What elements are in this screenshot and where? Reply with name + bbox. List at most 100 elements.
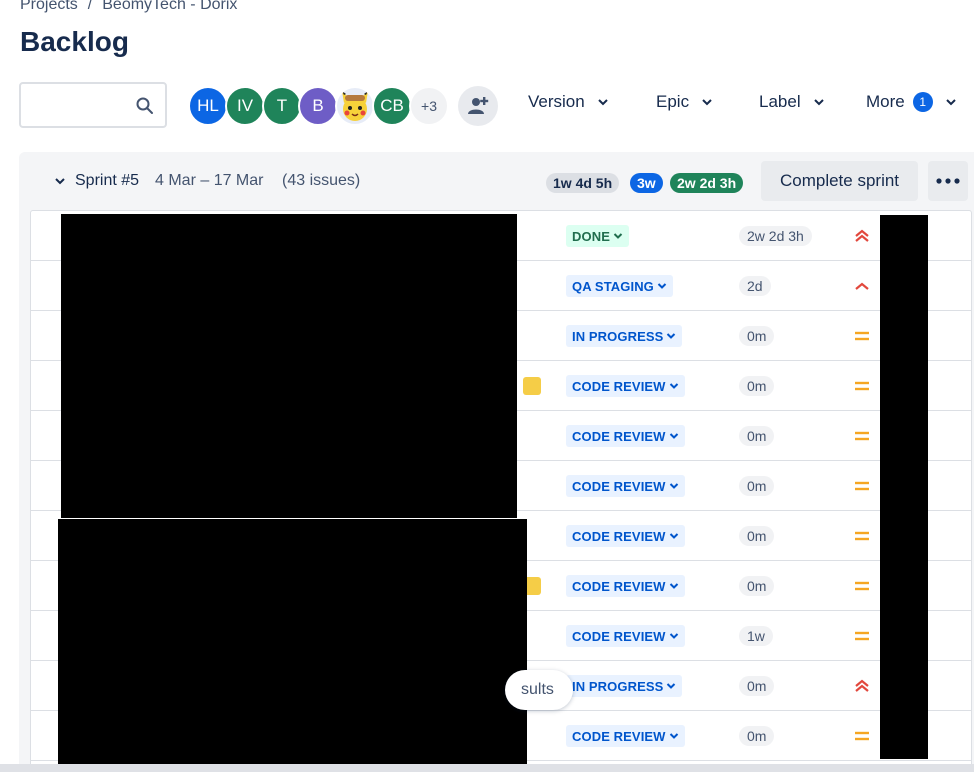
more-filters-label: More <box>866 92 905 111</box>
label-filter-button[interactable]: Label <box>759 92 825 112</box>
label-filter-label: Label <box>759 92 801 111</box>
estimate-pill[interactable]: 0m <box>739 476 775 496</box>
sprint-issue-count: (43 issues) <box>282 172 361 189</box>
status-dropdown[interactable]: QA STAGING <box>566 275 673 297</box>
status-dropdown[interactable]: CODE REVIEW <box>566 625 685 647</box>
add-person-icon <box>468 97 489 114</box>
chevron-down-icon <box>669 433 678 439</box>
chevron-down-icon <box>667 683 676 689</box>
chevron-down-icon <box>657 283 667 289</box>
pikachu-icon <box>342 91 368 121</box>
page-title: Backlog <box>20 26 129 57</box>
estimate-pill[interactable]: 2w 2d 3h <box>739 226 812 246</box>
estimate-pill[interactable]: 1w <box>739 626 773 646</box>
add-people-button[interactable] <box>458 86 498 126</box>
flag-icon <box>523 377 541 395</box>
status-dropdown[interactable]: DONE <box>566 225 629 247</box>
avatar-initials: IV <box>236 96 254 115</box>
complete-sprint-button[interactable]: Complete sprint <box>761 161 918 201</box>
more-horizontal-icon <box>936 178 960 184</box>
estimate-pill[interactable]: 0m <box>739 376 775 396</box>
redacted-region <box>880 215 928 759</box>
filter-toolbar: HL IV T B CB +3 Version Epic Label More 1 <box>0 82 974 132</box>
status-label: CODE REVIEW <box>572 578 666 594</box>
epic-filter-button[interactable]: Epic <box>656 92 713 112</box>
horizontal-scrollbar[interactable] <box>0 764 974 772</box>
status-dropdown[interactable]: CODE REVIEW <box>566 475 685 497</box>
priority-medium-icon <box>855 731 869 741</box>
avatar-initials: T <box>276 96 288 115</box>
priority-medium-icon <box>855 331 869 341</box>
estimate-pill[interactable]: 0m <box>739 526 775 546</box>
chevron-down-icon[interactable] <box>53 174 67 188</box>
estimate-pill[interactable]: 2d <box>739 276 771 296</box>
status-label: IN PROGRESS <box>572 328 664 344</box>
estimate-pill[interactable]: 0m <box>739 576 775 596</box>
chevron-down-icon <box>613 233 623 239</box>
avatar[interactable]: IV <box>225 86 265 126</box>
avatar-initials: B <box>312 96 324 115</box>
status-dropdown[interactable]: CODE REVIEW <box>566 375 685 397</box>
chevron-down-icon <box>669 733 678 739</box>
breadcrumb-separator: / <box>87 0 93 13</box>
status-dropdown[interactable]: IN PROGRESS <box>566 325 683 347</box>
estimate-pill[interactable]: 0m <box>739 426 775 446</box>
epic-filter-label: Epic <box>656 92 690 111</box>
search-input[interactable] <box>29 94 133 118</box>
avatar[interactable]: CB <box>372 86 412 126</box>
estimate-done-badge: 2w 2d 3h <box>670 173 744 193</box>
estimate-pill[interactable]: 0m <box>739 326 775 346</box>
breadcrumb-projects[interactable]: Projects <box>20 0 78 14</box>
chevron-down-icon <box>669 583 678 589</box>
estimate-pill[interactable]: 0m <box>739 676 775 696</box>
avatar[interactable]: B <box>298 86 338 126</box>
sprint-actions-button[interactable] <box>928 161 968 201</box>
status-label: CODE REVIEW <box>572 378 666 394</box>
avatar-more-count[interactable]: +3 <box>409 86 449 126</box>
priority-high-icon <box>855 282 869 290</box>
chevron-down-icon <box>702 99 712 106</box>
chevron-down-icon <box>669 633 678 639</box>
priority-medium-icon <box>855 581 869 591</box>
priority-medium-icon <box>855 531 869 541</box>
status-dropdown[interactable]: IN PROGRESS <box>566 675 683 697</box>
avatar-initials: HL <box>197 96 219 115</box>
priority-medium-icon <box>855 631 869 641</box>
sprint-name[interactable]: Sprint #5 <box>75 172 139 190</box>
estimate-pill[interactable]: 0m <box>739 726 775 746</box>
status-dropdown[interactable]: CODE REVIEW <box>566 725 685 747</box>
avatar[interactable]: T <box>262 86 302 126</box>
more-filters-count-badge: 1 <box>912 92 933 112</box>
chevron-down-icon <box>669 533 678 539</box>
search-icon <box>136 97 153 114</box>
status-dropdown[interactable]: CODE REVIEW <box>566 575 685 597</box>
more-filters-button[interactable]: More 1 <box>866 92 957 112</box>
avatar-image-icon[interactable] <box>335 86 375 126</box>
priority-highest-icon <box>855 229 869 242</box>
status-label: CODE REVIEW <box>572 728 666 744</box>
results-tooltip[interactable]: sults <box>505 670 573 710</box>
priority-highest-icon <box>855 679 869 692</box>
status-label: CODE REVIEW <box>572 478 666 494</box>
chevron-down-icon <box>946 99 956 106</box>
avatar-initials: CB <box>380 96 404 115</box>
chevron-down-icon <box>669 483 678 489</box>
status-label: QA STAGING <box>572 278 654 294</box>
breadcrumb: Projects / BeomyTech - Dorix <box>20 0 237 14</box>
sprint-header: Sprint #5 4 Mar – 17 Mar (43 issues) 1w … <box>19 152 974 210</box>
status-label: CODE REVIEW <box>572 528 666 544</box>
priority-medium-icon <box>855 431 869 441</box>
breadcrumb-project[interactable]: BeomyTech - Dorix <box>102 0 237 14</box>
estimate-todo-badge: 1w 4d 5h <box>546 173 620 193</box>
version-filter-button[interactable]: Version <box>528 92 609 112</box>
sprint-dates: 4 Mar – 17 Mar <box>155 172 264 189</box>
status-dropdown[interactable]: CODE REVIEW <box>566 525 685 547</box>
status-label: CODE REVIEW <box>572 428 666 444</box>
chevron-down-icon <box>597 99 608 106</box>
chevron-down-icon <box>813 99 824 106</box>
status-dropdown[interactable]: CODE REVIEW <box>566 425 685 447</box>
avatar[interactable]: HL <box>188 86 228 126</box>
status-label: IN PROGRESS <box>572 678 664 694</box>
search-box[interactable] <box>19 82 167 128</box>
status-label: DONE <box>572 228 610 244</box>
